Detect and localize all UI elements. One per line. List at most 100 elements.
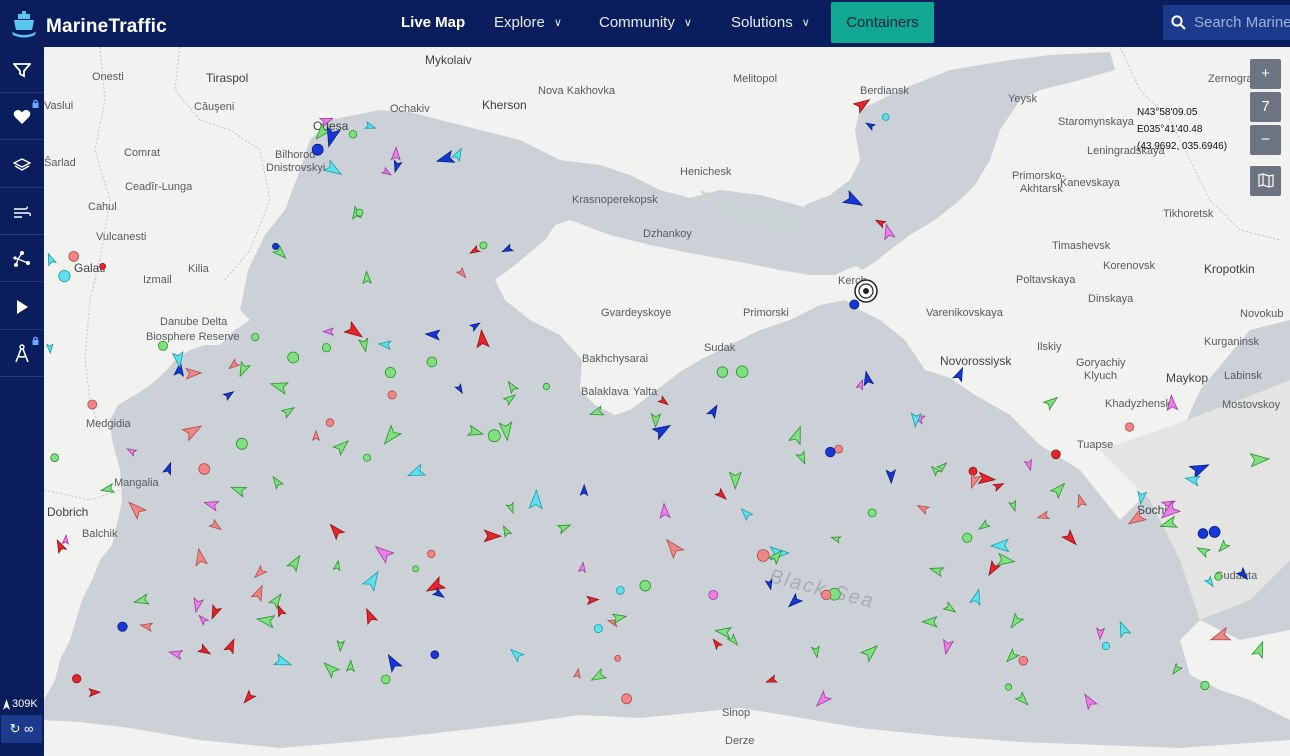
anchored-vessel-marker[interactable] — [412, 565, 420, 573]
zoom-in-button[interactable]: + — [1250, 59, 1281, 89]
anchored-vessel-marker[interactable] — [593, 624, 603, 634]
svg-text:Ŝarlad: Ŝarlad — [44, 156, 76, 169]
refresh-toggle-button[interactable]: ↻ ∞ — [1, 715, 42, 743]
anchored-vessel-marker[interactable] — [348, 130, 358, 139]
anchored-vessel-marker[interactable] — [427, 549, 436, 559]
svg-text:Vaslui: Vaslui — [44, 100, 73, 112]
svg-text:Primorski: Primorski — [743, 307, 789, 319]
svg-text:Ochakiv: Ochakiv — [390, 103, 430, 115]
anchored-vessel-marker[interactable] — [487, 429, 501, 443]
cursor-coordinates: N43°58'09.05 E035°41'40.48 (43.9692, 035… — [1137, 104, 1227, 155]
vessel-count-value: 309K — [12, 698, 38, 710]
nav-solutions[interactable]: Solutions ∨ — [731, 14, 810, 31]
anchored-vessel-marker[interactable] — [834, 444, 843, 454]
anchored-vessel-marker[interactable] — [72, 674, 82, 684]
svg-text:Nova Kakhovka: Nova Kakhovka — [538, 85, 616, 97]
nav-live-map[interactable]: Live Map — [401, 14, 465, 31]
anchored-vessel-marker[interactable] — [1018, 655, 1029, 666]
anchored-vessel-marker[interactable] — [735, 365, 749, 378]
brand-logo[interactable]: MarineTraffic — [8, 8, 167, 40]
anchored-vessel-marker[interactable] — [1208, 526, 1221, 538]
anchored-vessel-marker[interactable] — [756, 549, 770, 562]
anchored-vessel-marker[interactable] — [1200, 680, 1210, 691]
anchored-vessel-marker[interactable] — [867, 508, 877, 518]
svg-text:Poltavskaya: Poltavskaya — [1016, 274, 1076, 286]
anchored-vessel-marker[interactable] — [157, 340, 168, 351]
anchored-vessel-marker[interactable] — [716, 366, 729, 378]
svg-text:Klyuch: Klyuch — [1084, 370, 1117, 382]
anchored-vessel-marker[interactable] — [968, 466, 978, 476]
anchored-vessel-marker[interactable] — [825, 446, 836, 458]
routes-button[interactable] — [0, 236, 44, 282]
svg-text:Ceadîr-Lunga: Ceadîr-Lunga — [125, 181, 193, 193]
anchored-vessel-marker[interactable] — [1197, 528, 1209, 539]
svg-text:Gvardeyskoye: Gvardeyskoye — [601, 307, 671, 319]
svg-text:Mykolaiv: Mykolaiv — [425, 53, 472, 67]
anchored-vessel-marker[interactable] — [311, 143, 324, 156]
anchored-vessel-marker[interactable] — [639, 580, 651, 592]
search-box[interactable]: Search MarineTraffic — [1163, 5, 1290, 40]
svg-text:Yeysk: Yeysk — [1008, 93, 1037, 105]
layers-button[interactable] — [0, 142, 44, 188]
anchored-vessel-marker[interactable] — [962, 532, 973, 543]
anchored-vessel-marker[interactable] — [1125, 422, 1135, 432]
anchored-vessel-marker[interactable] — [321, 343, 332, 353]
anchored-vessel-marker[interactable] — [621, 693, 632, 705]
playback-button[interactable] — [0, 284, 44, 330]
anchored-vessel-marker[interactable] — [1004, 683, 1013, 691]
anchored-vessel-marker[interactable] — [614, 654, 622, 662]
svg-text:Krasnoperekopsk: Krasnoperekopsk — [572, 194, 658, 206]
anchored-vessel-marker[interactable] — [1101, 641, 1111, 651]
filter-button[interactable] — [0, 47, 44, 93]
anchored-vessel-marker[interactable] — [50, 453, 59, 463]
favorites-button[interactable] — [0, 94, 44, 140]
anchored-vessel-marker[interactable] — [362, 453, 371, 462]
anchored-vessel-marker[interactable] — [387, 390, 397, 400]
anchored-vessel-marker[interactable] — [708, 590, 719, 600]
anchored-vessel-marker[interactable] — [542, 382, 551, 391]
anchored-vessel-marker[interactable] — [1214, 572, 1223, 581]
anchored-vessel-marker[interactable] — [99, 262, 106, 270]
brand-name: MarineTraffic — [46, 16, 167, 37]
anchored-vessel-marker[interactable] — [251, 332, 260, 342]
anchored-vessel-marker[interactable] — [384, 366, 396, 378]
map-type-button[interactable] — [1250, 166, 1281, 196]
measure-button[interactable] — [0, 331, 44, 377]
svg-text:Mangalia: Mangalia — [114, 477, 160, 489]
anchored-vessel-marker[interactable] — [616, 586, 625, 595]
anchored-vessel-marker[interactable] — [68, 251, 80, 262]
svg-text:Goryachiy: Goryachiy — [1076, 357, 1126, 369]
anchored-vessel-marker[interactable] — [380, 674, 391, 685]
weather-button[interactable] — [0, 189, 44, 235]
svg-text:Tikhoretsk: Tikhoretsk — [1163, 208, 1214, 220]
svg-text:Dnistrovskyi: Dnistrovskyi — [266, 162, 325, 174]
anchored-vessel-marker[interactable] — [117, 621, 128, 632]
svg-text:Kilia: Kilia — [188, 263, 210, 275]
anchored-vessel-marker[interactable] — [821, 589, 832, 601]
svg-text:Henichesk: Henichesk — [680, 166, 732, 178]
zoom-out-button[interactable]: − — [1250, 125, 1281, 155]
anchored-vessel-marker[interactable] — [325, 418, 335, 427]
anchored-vessel-marker[interactable] — [198, 463, 211, 475]
anchored-vessel-marker[interactable] — [287, 351, 300, 364]
anchored-vessel-marker[interactable] — [87, 399, 98, 410]
anchored-vessel-marker[interactable] — [235, 437, 248, 450]
map-canvas[interactable]: Onesti Tiraspol Mykolaiv Melitopol Berdi… — [44, 47, 1290, 756]
anchored-vessel-marker[interactable] — [1051, 449, 1061, 460]
anchored-vessel-marker[interactable] — [881, 113, 890, 121]
anchored-vessel-marker[interactable] — [355, 208, 364, 217]
anchored-vessel-marker[interactable] — [58, 269, 71, 283]
black-sea-map[interactable]: Onesti Tiraspol Mykolaiv Melitopol Berdi… — [44, 47, 1290, 756]
wind-icon — [14, 205, 31, 218]
nav-explore[interactable]: Explore ∨ — [494, 14, 562, 31]
selected-location-marker[interactable] — [854, 279, 878, 303]
anchored-vessel-marker[interactable] — [272, 242, 280, 250]
layers-icon — [13, 157, 31, 171]
containers-button[interactable]: Containers — [831, 2, 934, 43]
anchored-vessel-marker[interactable] — [479, 241, 488, 250]
anchored-vessel-marker[interactable] — [430, 650, 440, 659]
svg-text:Biosphere Reserve: Biosphere Reserve — [146, 331, 240, 343]
nav-community[interactable]: Community ∨ — [599, 14, 692, 31]
anchored-vessel-marker[interactable] — [849, 299, 860, 310]
anchored-vessel-marker[interactable] — [426, 356, 438, 368]
